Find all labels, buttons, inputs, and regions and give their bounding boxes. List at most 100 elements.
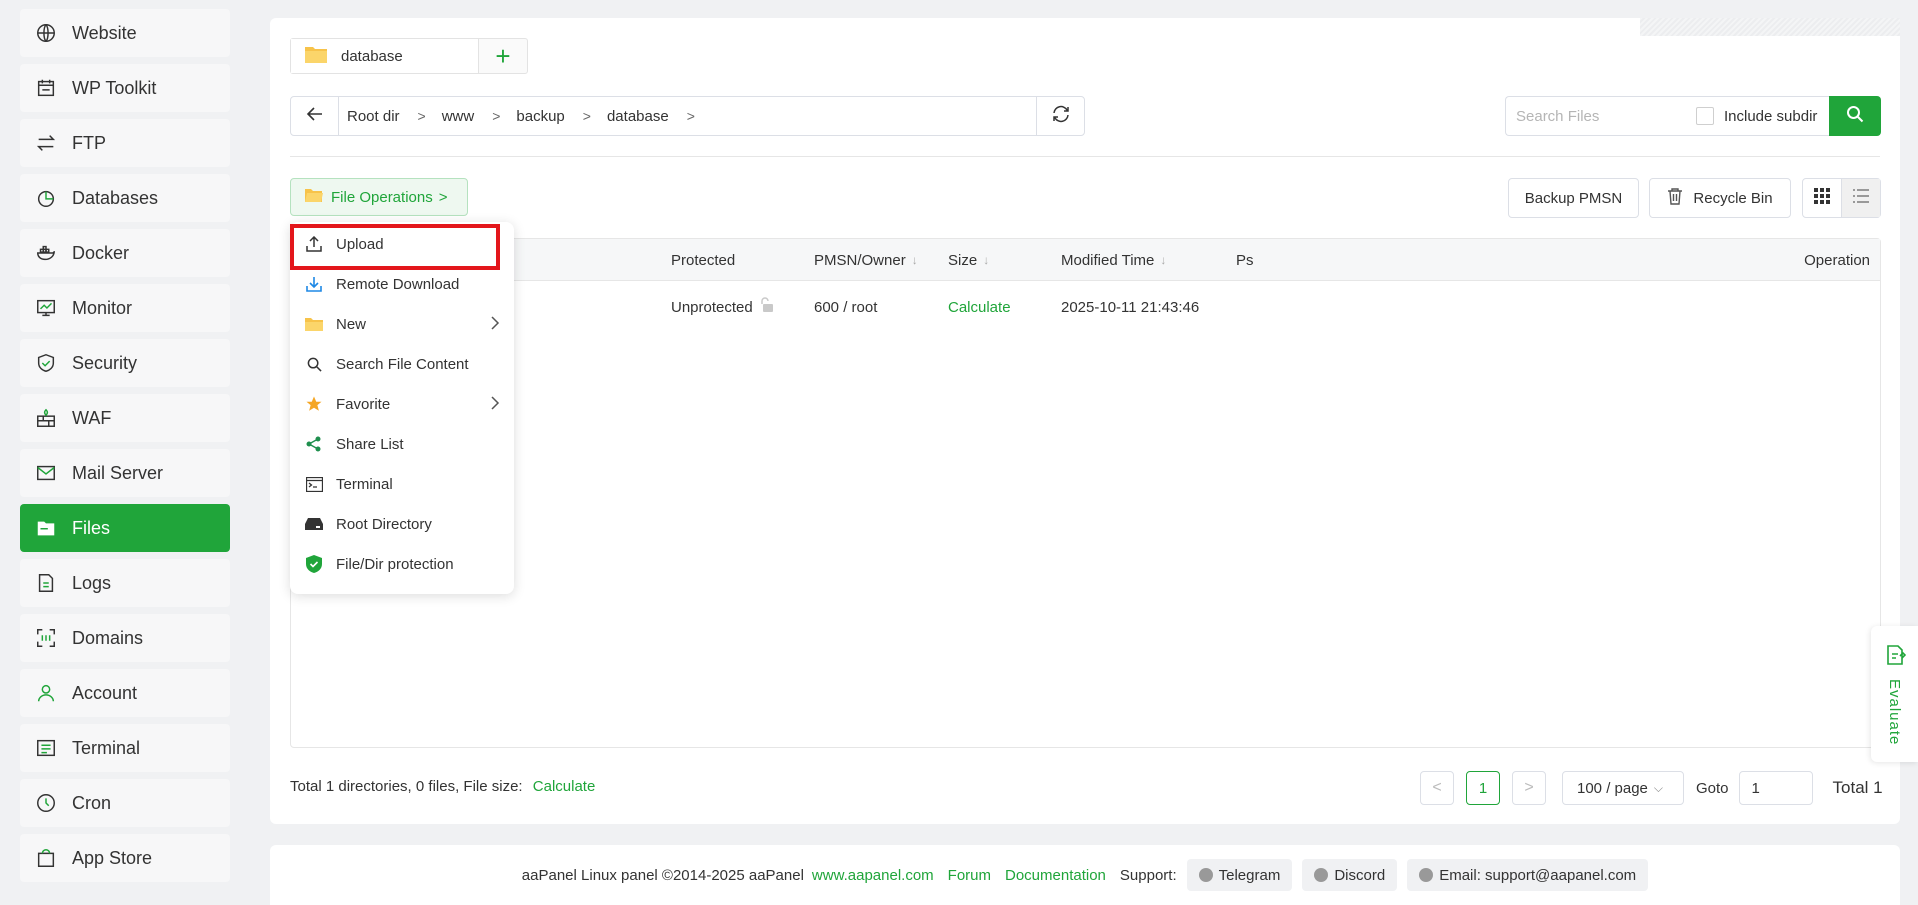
drive-icon [304, 514, 324, 534]
table-row[interactable]: Unprotected 600 / root Calculate 2025-10… [291, 282, 1880, 332]
refresh-icon [1051, 104, 1071, 129]
sidebar-item-label: WAF [72, 407, 112, 428]
crumb-database[interactable]: database > [607, 108, 711, 125]
menu-item-favorite[interactable]: Favorite [290, 384, 514, 424]
evaluate-tab[interactable]: Evaluate [1871, 626, 1918, 762]
sidebar-item-label: Domains [72, 627, 144, 648]
chevron-right-icon [490, 316, 500, 334]
sidebar-item-terminal[interactable]: Terminal [20, 724, 230, 772]
col-pmsn-owner[interactable]: PMSN/Owner ↓ [814, 239, 918, 281]
sidebar-item-label: Docker [72, 242, 130, 263]
evaluate-label: Evaluate [1886, 679, 1903, 746]
sidebar-item-cron[interactable]: Cron [20, 779, 230, 827]
sidebar-item-ftp[interactable]: FTP [20, 119, 230, 167]
menu-item-search-file-content[interactable]: Search File Content [290, 344, 514, 384]
menu-item-root-directory[interactable]: Root Directory [290, 504, 514, 544]
list-view-button[interactable] [1841, 179, 1880, 217]
crumb-label: Root dir [347, 107, 400, 125]
chevron-right-icon: > [417, 108, 426, 124]
app-store-icon [34, 846, 58, 870]
col-size[interactable]: Size ↓ [948, 239, 989, 281]
goto-page-input[interactable]: 1 [1738, 771, 1813, 805]
tab-label: database [341, 47, 403, 65]
menu-item-share-list[interactable]: Share List [290, 424, 514, 464]
sidebar-item-mail-server[interactable]: Mail Server [20, 449, 230, 497]
recycle-bin-button[interactable]: Recycle Bin [1649, 178, 1791, 218]
globe-icon [34, 21, 58, 45]
chevron-down-icon: ⌵ [1653, 780, 1664, 795]
tab-database[interactable]: database [291, 39, 479, 73]
sidebar-item-label: Website [72, 22, 137, 43]
shield-check-icon [304, 554, 324, 574]
menu-item-remote-download[interactable]: Remote Download [290, 264, 514, 304]
file-search: Include subdir [1505, 96, 1881, 136]
menu-item-file-dir-protection[interactable]: File/Dir protection [290, 544, 514, 584]
page-size-select[interactable]: 100 / page ⌵ [1562, 771, 1684, 805]
sidebar-item-label: Monitor [72, 297, 133, 318]
telegram-label: Telegram [1218, 866, 1281, 884]
crumb-root[interactable]: Root dir > [347, 108, 442, 125]
crumb-backup[interactable]: backup > [516, 108, 607, 125]
list-icon [1853, 188, 1869, 208]
modified-value: 2025-10-11 21:43:46 [1061, 298, 1200, 316]
menu-item-upload[interactable]: Upload [290, 224, 514, 264]
telegram-link[interactable]: Telegram [1186, 859, 1293, 891]
chevron-right-icon [490, 396, 500, 414]
backup-pmsn-button[interactable]: Backup PMSN [1508, 178, 1639, 218]
sort-arrow-icon: ↓ [1160, 253, 1167, 267]
sidebar-item-account[interactable]: Account [20, 669, 230, 717]
domains-icon [34, 626, 58, 650]
sidebar-item-wp-toolkit[interactable]: WP Toolkit [20, 64, 230, 112]
cell-size[interactable]: Calculate [948, 282, 1011, 332]
sidebar-item-databases[interactable]: Databases [20, 174, 230, 222]
chevron-right-icon: > [582, 108, 591, 124]
user-icon [34, 681, 58, 705]
sidebar-item-website[interactable]: Website [20, 9, 230, 57]
sidebar-item-app-store[interactable]: App Store [20, 834, 230, 882]
cell-protected[interactable]: Unprotected [671, 282, 775, 332]
sidebar-item-waf[interactable]: WAF [20, 394, 230, 442]
file-operations-button[interactable]: File Operations > [290, 178, 468, 216]
calculate-size-link[interactable]: Calculate [948, 299, 1011, 316]
edit-note-icon [1884, 644, 1906, 671]
email-link[interactable]: Email: support@aapanel.com [1407, 859, 1649, 891]
discord-link[interactable]: Discord [1302, 859, 1398, 891]
website-link[interactable]: www.aapanel.com [812, 867, 934, 884]
sidebar-item-security[interactable]: Security [20, 339, 230, 387]
menu-item-new[interactable]: New [290, 304, 514, 344]
mail-icon [34, 461, 58, 485]
include-subdir-checkbox[interactable] [1696, 107, 1714, 125]
terminal-icon [34, 736, 58, 760]
sidebar-item-label: Account [72, 682, 138, 703]
refresh-button[interactable] [1036, 97, 1084, 135]
sidebar-item-docker[interactable]: Docker [20, 229, 230, 277]
grid-view-button[interactable] [1803, 179, 1841, 217]
upload-icon [304, 234, 324, 254]
email-label: Email: support@aapanel.com [1439, 866, 1637, 884]
monitor-icon [34, 296, 58, 320]
sidebar-item-label: WP Toolkit [72, 77, 157, 98]
documentation-link[interactable]: Documentation [1005, 867, 1106, 884]
sidebar-item-files[interactable]: Files [20, 504, 230, 552]
col-modified-time[interactable]: Modified Time ↓ [1061, 239, 1166, 281]
crumb-www[interactable]: www > [442, 108, 517, 125]
file-operations-label: File Operations [331, 188, 433, 206]
decorative-stripes [1640, 18, 1900, 36]
search-button[interactable] [1829, 96, 1881, 136]
sidebar-item-monitor[interactable]: Monitor [20, 284, 230, 332]
page-number[interactable]: 1 [1466, 771, 1500, 805]
sidebar-item-domains[interactable]: Domains [20, 614, 230, 662]
menu-item-label: New [336, 315, 367, 333]
forum-link[interactable]: Forum [948, 867, 991, 884]
cell-pmsn[interactable]: 600 / root [814, 282, 877, 332]
col-operation-label: Operation [1804, 251, 1870, 269]
back-button[interactable] [291, 97, 339, 135]
next-page-button[interactable]: > [1512, 771, 1546, 805]
calculate-total-link[interactable]: Calculate [533, 778, 596, 795]
menu-item-terminal[interactable]: Terminal [290, 464, 514, 504]
search-icon [304, 354, 324, 374]
sidebar-item-logs[interactable]: Logs [20, 559, 230, 607]
add-tab-button[interactable]: + [479, 39, 527, 73]
search-files-input[interactable] [1516, 107, 1692, 125]
prev-page-button[interactable]: < [1420, 771, 1454, 805]
